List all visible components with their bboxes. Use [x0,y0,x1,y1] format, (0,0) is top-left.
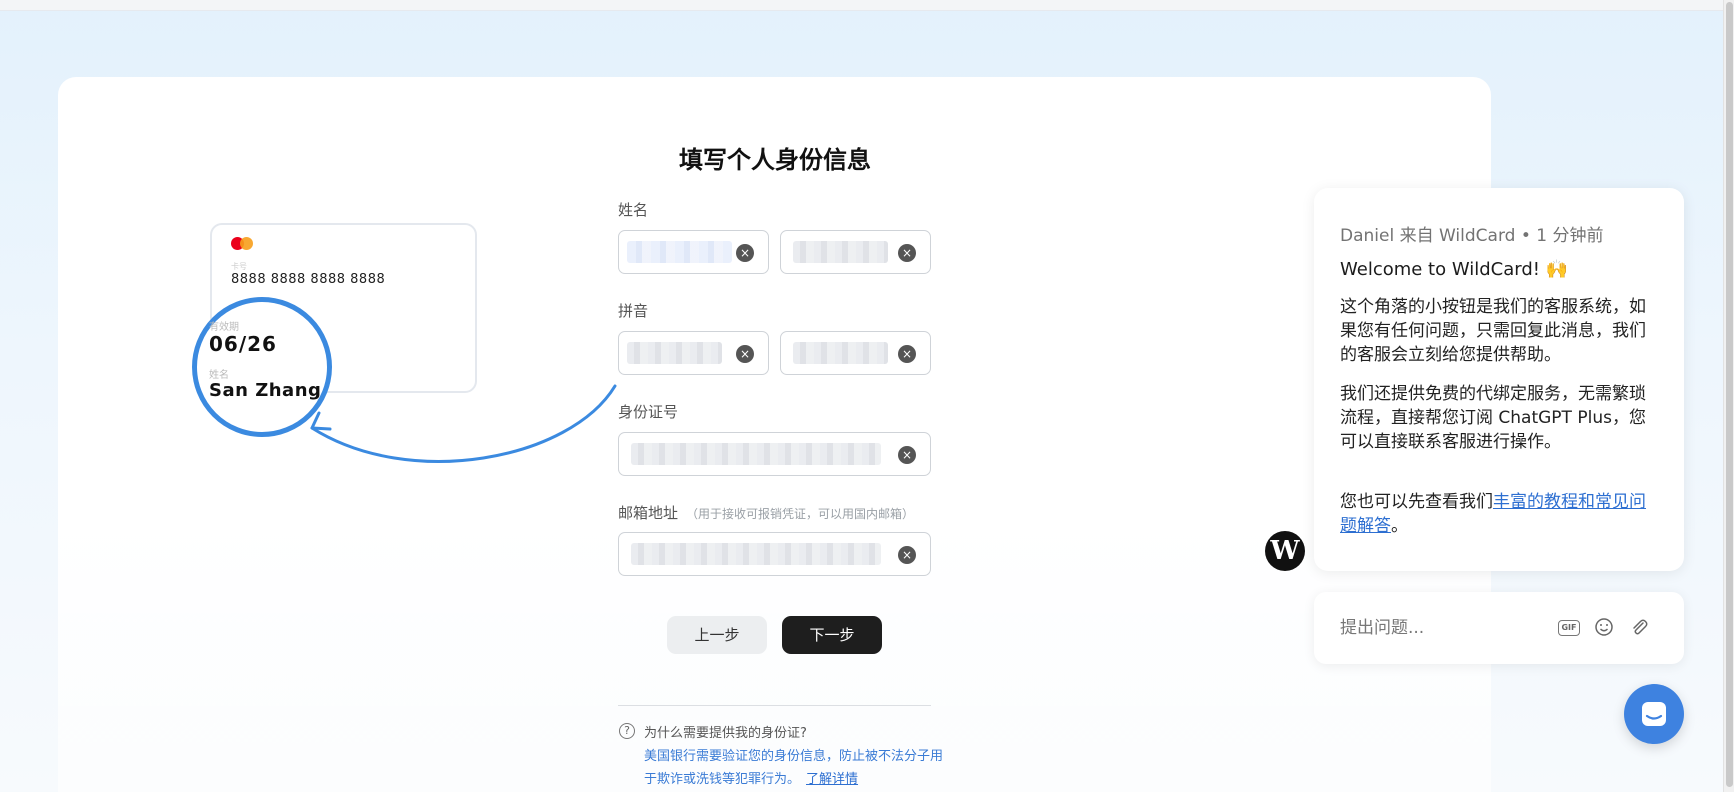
attachment-icon[interactable] [1628,617,1650,639]
emoji-icon[interactable] [1593,617,1615,639]
page-title: 填写个人身份信息 [679,146,871,174]
chat-paragraph-3: 您也可以先查看我们丰富的教程和常见问题解答。 [1340,490,1660,538]
chat-welcome: Welcome to WildCard! 🙌 [1340,259,1569,280]
redacted-value [627,342,722,364]
help-answer-text: 美国银行需要验证您的身份信息，防止被不法分子用于欺诈或洗钱等犯罪行为。 [644,749,944,787]
card-number-label: 卡号 [231,262,247,271]
chat-paragraph-2: 我们还提供免费的代绑定服务，无需繁琐流程，直接帮您订阅 ChatGPT Plus… [1340,384,1646,452]
expiry-date: 06/26 [209,332,277,356]
clear-icon[interactable]: × [898,244,916,262]
chat-p3-prefix: 您也可以先查看我们 [1340,492,1493,512]
id-number-input[interactable]: × [618,432,931,476]
help-answer: 美国银行需要验证您的身份信息，防止被不法分子用于欺诈或洗钱等犯罪行为。 了解详情 [644,745,944,791]
surname-pinyin-input[interactable]: × [618,331,769,375]
email-hint: （用于接收可报销凭证，可以用国内邮箱） [686,507,915,521]
scrollbar[interactable] [1723,0,1734,792]
redacted-value [793,342,888,364]
expiry-label: 有效期 [209,322,239,333]
clear-icon[interactable]: × [898,345,916,363]
scrollbar-thumb[interactable] [1726,2,1733,787]
browser-top-bar [0,0,1734,11]
given-name-pinyin-input[interactable]: × [780,331,931,375]
email-input[interactable]: × [618,532,931,576]
redacted-value [631,443,881,465]
redacted-value [631,543,881,565]
chat-composer: GIF [1314,592,1684,664]
surname-input[interactable]: × [618,230,769,274]
clear-icon[interactable]: × [898,546,916,564]
divider [618,705,931,706]
chat-p3-suffix: 。 [1391,516,1408,536]
chat-paragraph-1: 这个角落的小按钮是我们的客服系统，如果您有任何问题，只需回复此消息，我们的客服会… [1340,297,1646,365]
chat-input[interactable] [1340,614,1560,642]
help-question-icon: ? [619,723,635,739]
previous-step-button[interactable]: 上一步 [667,616,767,654]
clear-icon[interactable]: × [898,446,916,464]
given-name-input[interactable]: × [780,230,931,274]
email-label: 邮箱地址 （用于接收可报销凭证，可以用国内邮箱） [618,502,914,523]
clear-icon[interactable]: × [736,244,754,262]
redacted-value [793,241,888,263]
name-label: 姓名 [618,201,649,219]
curved-arrow-icon [310,384,617,463]
next-step-button[interactable]: 下一步 [782,616,882,654]
mastercard-logo-icon [231,237,255,251]
card-number: 8888 8888 8888 8888 [231,272,386,287]
learn-more-link[interactable]: 了解详情 [806,772,858,787]
email-label-text: 邮箱地址 [618,504,679,522]
agent-avatar: W [1265,531,1305,571]
help-question: 为什么需要提供我的身份证? [644,726,807,741]
clear-icon[interactable]: × [736,345,754,363]
gif-icon[interactable]: GIF [1558,620,1580,636]
chat-message-bubble: Daniel 来自 WildCard • 1 分钟前 Welcome to Wi… [1314,188,1684,571]
redacted-value [627,241,732,263]
chat-sender-meta: Daniel 来自 WildCard • 1 分钟前 [1340,226,1604,246]
cardholder-name-label: 姓名 [209,370,229,381]
pinyin-label: 拼音 [618,302,649,320]
id-number-label: 身份证号 [618,403,679,421]
chat-launcher-icon [1642,702,1666,726]
chat-launcher-button[interactable] [1624,684,1684,744]
